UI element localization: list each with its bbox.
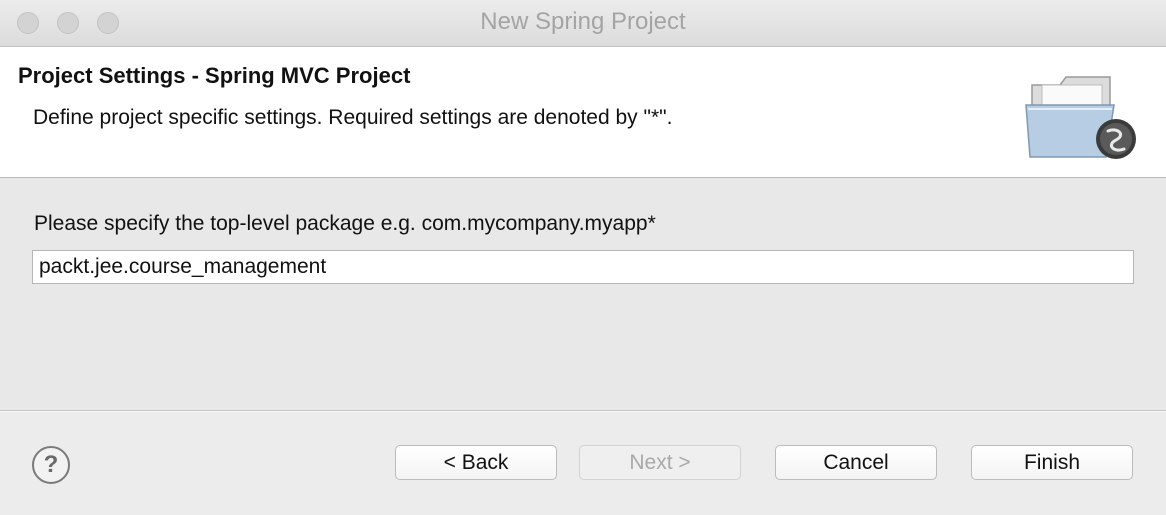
title-bar[interactable]: New Spring Project (0, 0, 1166, 47)
finish-button[interactable]: Finish (971, 445, 1133, 480)
next-button[interactable]: Next > (579, 445, 741, 480)
wizard-header: Project Settings - Spring MVC Project De… (0, 47, 1166, 178)
dialog-window: New Spring Project Project Settings - Sp… (0, 0, 1166, 515)
wizard-body: Please specify the top-level package e.g… (0, 178, 1166, 411)
package-input[interactable] (32, 250, 1134, 284)
help-icon[interactable]: ? (32, 446, 70, 484)
page-description: Define project specific settings. Requir… (33, 106, 673, 129)
back-button[interactable]: < Back (395, 445, 557, 480)
folder-spring-icon (1025, 76, 1136, 159)
button-bar: ? < Back Next > Cancel Finish (0, 411, 1166, 515)
cancel-button[interactable]: Cancel (775, 445, 937, 480)
package-label: Please specify the top-level package e.g… (34, 212, 656, 235)
window-title: New Spring Project (480, 8, 686, 35)
page-title: Project Settings - Spring MVC Project (18, 63, 411, 88)
